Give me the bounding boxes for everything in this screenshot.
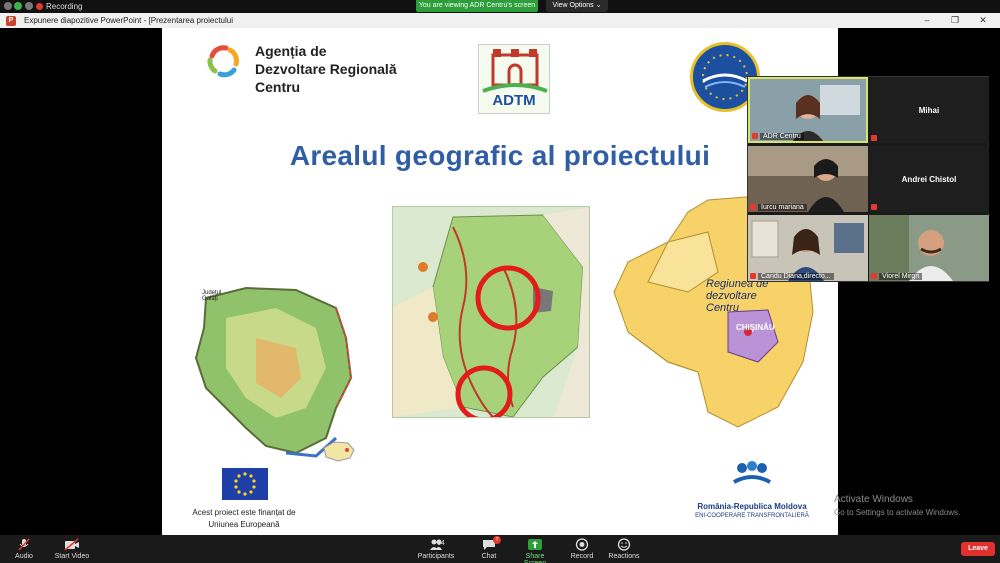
mic-muted-icon (871, 135, 877, 141)
chat-badge: 7 (493, 536, 501, 544)
mic-muted-icon (871, 273, 877, 279)
ro-md-program-logo (733, 461, 771, 484)
galati-map-label: Judeţul Galaţi (202, 290, 221, 302)
program-name: România-Republica Moldova (697, 502, 807, 511)
window-title: Expunere diapozitive PowerPoint - [Preze… (24, 16, 234, 25)
mic-muted-icon (750, 204, 756, 210)
window-titlebar: P Expunere diapozitive PowerPoint - [Pre… (0, 13, 1000, 28)
participants-button[interactable]: 64 Participants (416, 538, 456, 560)
zoom-window: Recording You are viewing ADR Centru's s… (0, 0, 1000, 563)
record-button[interactable]: Record (568, 538, 596, 560)
participant-video (869, 215, 989, 281)
participant-tile-iurcu-mariana[interactable]: Iurcu mariana (748, 146, 868, 212)
slide-title: Arealul geografic al proiectului (289, 140, 711, 171)
system-top-strip: Recording You are viewing ADR Centru's s… (0, 0, 1000, 13)
participant-tile-viorel-mirgn[interactable]: Viorel Mirgn (869, 215, 989, 281)
region-label: Regiunea de dezvoltare Centru (706, 278, 768, 314)
meeting-toolbar: Audio Start Video 64 Participants 7 Chat (0, 535, 1000, 563)
share-screen-icon (527, 538, 543, 551)
region-label-line2: dezvoltare (706, 290, 757, 302)
participants-icon: 64 (421, 538, 451, 551)
smiley-icon (616, 538, 632, 551)
galati-label-line2: Galaţi (202, 296, 218, 302)
participant-video (748, 215, 868, 281)
chat-button[interactable]: 7 Chat (476, 536, 502, 560)
recording-dot-icon (36, 3, 43, 10)
agency-name-line2: Dezvoltare Regională (255, 61, 397, 77)
record-label: Record (570, 553, 594, 560)
chat-label: Chat (481, 553, 497, 560)
recording-indicator[interactable]: Recording (36, 2, 82, 11)
participant-tile-andrei-chistol[interactable]: Andrei Chistol (869, 146, 989, 212)
mic-muted-icon (752, 133, 758, 139)
eu-caption-line1: Acest proiect este finanțat de (192, 508, 296, 517)
powerpoint-icon: P (6, 16, 16, 26)
fortress-icon (482, 49, 548, 93)
chisinau-label: CHIŞINĂU (736, 323, 775, 332)
romania-minimap (323, 441, 355, 462)
mic-muted-icon (750, 273, 756, 279)
participant-name: Iurcu mariana (758, 204, 807, 211)
mic-muted-icon (871, 204, 877, 210)
chat-icon: 7 (481, 536, 501, 551)
close-button[interactable]: ✕ (976, 14, 990, 27)
reactions-label: Reactions (608, 553, 640, 560)
participant-gallery[interactable]: ADR Centru Mihai Iurcu mariana Andrei Ch… (747, 76, 989, 282)
participant-name: Candu Diana,directo... (758, 273, 834, 280)
participant-name: ADR Centru (760, 133, 804, 140)
participant-name: Andrei Chistol (901, 175, 957, 184)
participant-name: Viorel Mirgn (879, 273, 923, 280)
start-video-label: Start Video (54, 553, 90, 560)
adtm-label: ADTM (492, 92, 536, 109)
project-area-map-graphic (393, 207, 589, 417)
agency-name: Agenția de Dezvoltare Regională Centru (255, 42, 397, 96)
agency-name-line1: Agenția de (255, 43, 327, 59)
participant-video (748, 146, 868, 212)
reactions-button[interactable]: Reactions (608, 538, 640, 560)
share-screen-button[interactable]: Share Screen (514, 538, 556, 563)
leave-button[interactable]: Leave (961, 542, 995, 556)
info-icon[interactable] (4, 2, 12, 10)
shield-icon[interactable] (14, 2, 22, 10)
audio-label: Audio (15, 553, 33, 560)
share-screen-label: Share Screen (524, 553, 546, 563)
participants-label: Participants (417, 553, 455, 560)
project-area-map (392, 206, 590, 418)
eu-funding-caption: Acest proiect este finanțat de Uniunea E… (174, 507, 314, 531)
viewing-screen-banner: You are viewing ADR Centru's screen (416, 0, 538, 12)
restore-button[interactable]: ❐ (948, 14, 962, 27)
start-video-button[interactable]: Start Video (52, 538, 92, 560)
participant-tile-adr-centru[interactable]: ADR Centru (748, 77, 868, 143)
minimize-button[interactable]: – (920, 14, 934, 27)
video-camera-off-icon (64, 538, 80, 551)
program-subtitle: ENI-COOPERARE TRANSFRONTALIERĂ (695, 513, 809, 519)
record-icon (574, 538, 590, 551)
eu-flag-logo (222, 468, 268, 500)
adtm-logo: ADTM (478, 44, 550, 114)
stats-icon[interactable] (25, 2, 33, 10)
audio-button[interactable]: Audio (8, 538, 40, 560)
microphone-muted-icon (16, 538, 32, 551)
participants-count: 64 (437, 540, 445, 547)
agency-name-line3: Centru (255, 79, 301, 95)
participant-tile-candu-diana[interactable]: Candu Diana,directo... (748, 215, 868, 281)
adr-centru-logo (207, 45, 239, 78)
region-label-line3: Centru (706, 302, 740, 314)
activate-windows-title: Activate Windows (834, 494, 913, 505)
activate-windows-subtitle: Go to Settings to activate Windows. (834, 508, 961, 517)
view-options-button[interactable]: View Options ⌄ (546, 0, 608, 12)
eu-stars-icon (234, 472, 256, 496)
recording-label: Recording (46, 2, 83, 11)
participant-name: Mihai (918, 106, 940, 115)
presentation-slide: Agenția de Dezvoltare Regională Centru A… (162, 28, 838, 535)
participant-tile-mihai[interactable]: Mihai (869, 77, 989, 143)
eu-caption-line2: Uniunea Europeană (208, 520, 280, 529)
